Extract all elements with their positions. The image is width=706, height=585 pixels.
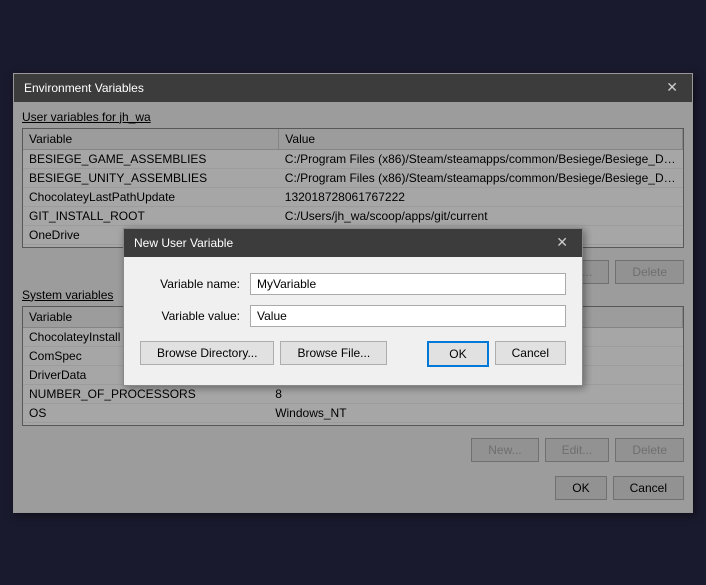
modal-cancel-button[interactable]: Cancel xyxy=(495,341,566,365)
variable-value-input[interactable] xyxy=(250,305,566,327)
variable-value-label: Variable value: xyxy=(140,309,250,323)
environment-variables-window: Environment Variables ✕ User variables f… xyxy=(13,73,693,513)
outer-title-bar: Environment Variables ✕ xyxy=(14,74,692,102)
outer-close-button[interactable]: ✕ xyxy=(662,79,682,96)
new-user-variable-modal: New User Variable ✕ Variable name: Varia… xyxy=(123,228,583,386)
modal-title-bar: New User Variable ✕ xyxy=(124,229,582,257)
browse-directory-button[interactable]: Browse Directory... xyxy=(140,341,274,365)
variable-name-label: Variable name: xyxy=(140,277,250,291)
modal-overlay: New User Variable ✕ Variable name: Varia… xyxy=(14,102,692,512)
modal-close-button[interactable]: ✕ xyxy=(552,234,572,251)
browse-file-button[interactable]: Browse File... xyxy=(280,341,387,365)
modal-action-row: Browse Directory... Browse File... OK Ca… xyxy=(140,337,566,369)
variable-name-row: Variable name: xyxy=(140,273,566,295)
variable-name-input[interactable] xyxy=(250,273,566,295)
modal-title: New User Variable xyxy=(134,236,233,250)
modal-content: Variable name: Variable value: Browse Di… xyxy=(124,257,582,385)
modal-ok-button[interactable]: OK xyxy=(427,341,488,367)
outer-window-title: Environment Variables xyxy=(24,81,144,95)
variable-value-row: Variable value: xyxy=(140,305,566,327)
